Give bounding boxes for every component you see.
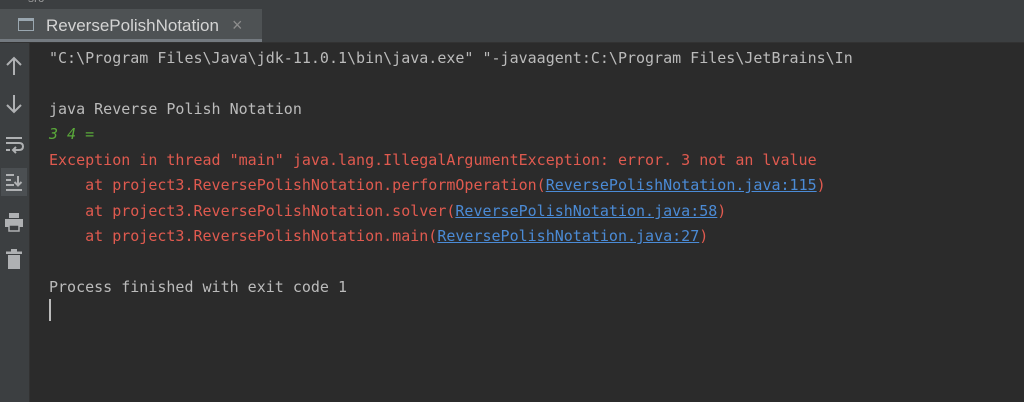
exception-message: Exception in thread "main" java.lang.Ill… xyxy=(49,151,817,169)
text-caret xyxy=(49,299,51,321)
down-arrow-icon[interactable] xyxy=(3,92,25,116)
stack-frame: at project3.ReversePolishNotation.perfor… xyxy=(49,175,826,195)
close-icon[interactable]: × xyxy=(232,15,243,36)
stack-frame: at project3.ReversePolishNotation.main(R… xyxy=(49,226,708,246)
source-link[interactable]: ReversePolishNotation.java:115 xyxy=(546,176,817,194)
program-title: java Reverse Polish Notation xyxy=(49,100,302,118)
trash-icon[interactable] xyxy=(3,247,25,271)
console-output[interactable]: "C:\Program Files\Java\jdk-11.0.1\bin\ja… xyxy=(30,43,1024,402)
stack-frame-text: at project3.ReversePolishNotation.perfor… xyxy=(49,176,546,194)
stack-frame-close: ) xyxy=(699,227,709,245)
scroll-to-end-icon[interactable] xyxy=(1,168,27,196)
stack-frame-text: at project3.ReversePolishNotation.main( xyxy=(49,227,438,245)
project-tree-fragment: src xyxy=(28,0,44,5)
run-tab-bar: ReversePolishNotation × xyxy=(0,6,1024,43)
up-arrow-icon[interactable] xyxy=(3,54,25,78)
stack-frame-close: ) xyxy=(816,176,826,194)
stack-frame-text: at project3.ReversePolishNotation.solver… xyxy=(49,202,456,220)
stack-frame-close: ) xyxy=(717,202,727,220)
command-line: "C:\Program Files\Java\jdk-11.0.1\bin\ja… xyxy=(49,49,853,67)
source-link[interactable]: ReversePolishNotation.java:27 xyxy=(437,227,699,245)
print-icon[interactable] xyxy=(3,210,25,234)
console-toolbar xyxy=(0,43,30,402)
source-link[interactable]: ReversePolishNotation.java:58 xyxy=(455,202,717,220)
tab-label: ReversePolishNotation xyxy=(46,16,219,35)
soft-wrap-icon[interactable] xyxy=(3,132,25,156)
user-input-line: 3 4 = xyxy=(49,125,95,143)
tab-reverse-polish-notation[interactable]: ReversePolishNotation × xyxy=(0,9,262,42)
class-file-icon xyxy=(18,18,34,31)
stack-frame: at project3.ReversePolishNotation.solver… xyxy=(49,201,726,221)
exit-status: Process finished with exit code 1 xyxy=(49,278,348,296)
